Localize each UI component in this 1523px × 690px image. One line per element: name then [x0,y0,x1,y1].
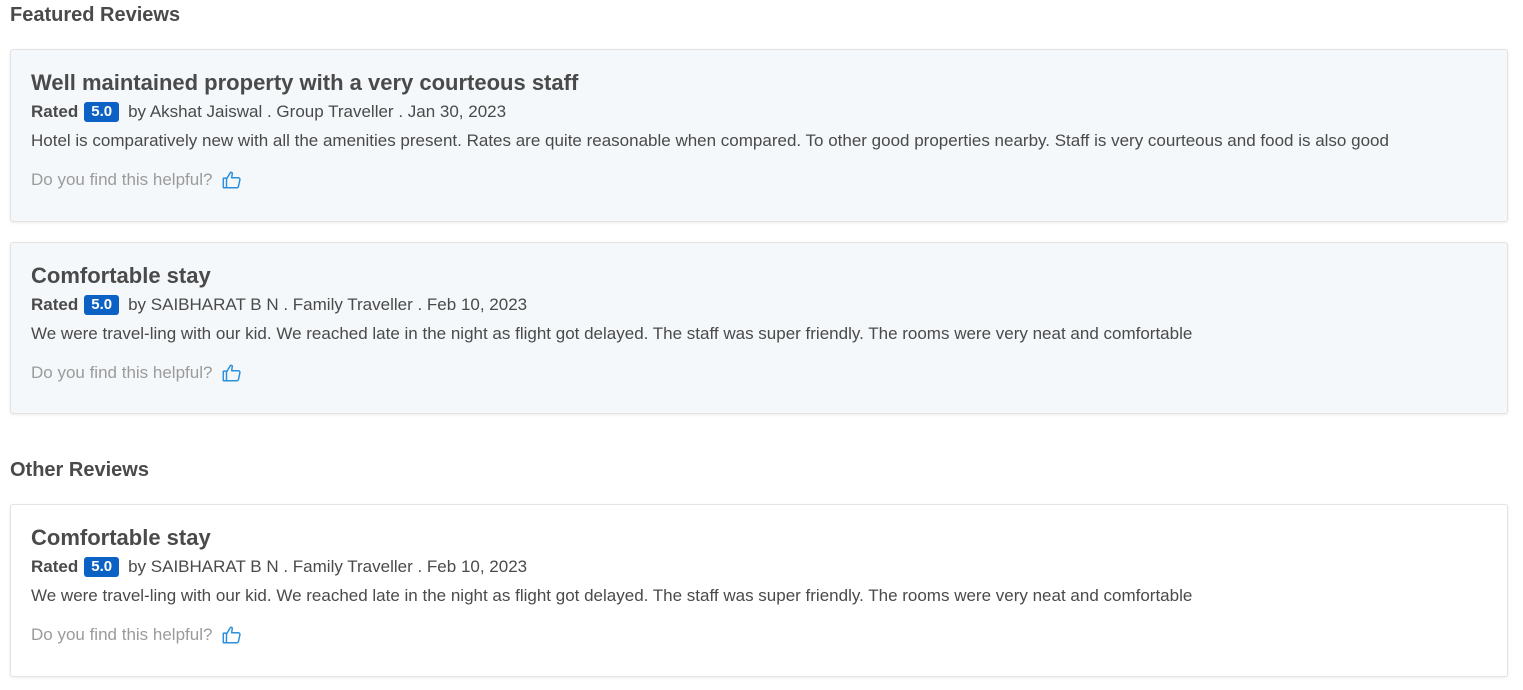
rating-badge: 5.0 [84,295,120,315]
helpful-prompt: Do you find this helpful? [31,170,213,189]
helpful-row: Do you find this helpful? [31,624,1487,646]
other-reviews-heading: Other Reviews [10,459,149,481]
review-card: Comfortable stay Rated 5.0 by SAIBHARAT … [10,504,1508,677]
review-author-line: by SAIBHARAT B N . Family Traveller . Fe… [128,295,528,314]
rated-label: Rated [31,102,79,121]
thumbs-up-icon[interactable] [221,624,243,646]
review-body: We were travel-ling with our kid. We rea… [31,324,1193,343]
review-meta: Rated 5.0 by SAIBHARAT B N . Family Trav… [31,293,1487,317]
review-card: Comfortable stay Rated 5.0 by SAIBHARAT … [10,242,1508,414]
review-title: Well maintained property with a very cou… [31,70,579,95]
helpful-prompt: Do you find this helpful? [31,625,213,644]
review-author-line: by SAIBHARAT B N . Family Traveller . Fe… [128,557,528,576]
rated-label: Rated [31,557,79,576]
helpful-row: Do you find this helpful? [31,169,1487,191]
review-body: We were travel-ling with our kid. We rea… [31,586,1193,605]
review-author-line: by Akshat Jaiswal . Group Traveller . Ja… [128,102,507,121]
featured-reviews-heading: Featured Reviews [10,4,181,26]
review-title: Comfortable stay [31,525,211,550]
review-meta: Rated 5.0 by SAIBHARAT B N . Family Trav… [31,555,1487,579]
thumbs-up-icon[interactable] [221,362,243,384]
review-meta: Rated 5.0 by Akshat Jaiswal . Group Trav… [31,100,1487,124]
review-title: Comfortable stay [31,263,211,288]
rated-label: Rated [31,295,79,314]
helpful-row: Do you find this helpful? [31,362,1487,384]
rating-badge: 5.0 [84,102,120,122]
review-body: Hotel is comparatively new with all the … [31,131,1389,150]
review-card: Well maintained property with a very cou… [10,49,1508,222]
thumbs-up-icon[interactable] [221,169,243,191]
rating-badge: 5.0 [84,557,120,577]
helpful-prompt: Do you find this helpful? [31,363,213,382]
